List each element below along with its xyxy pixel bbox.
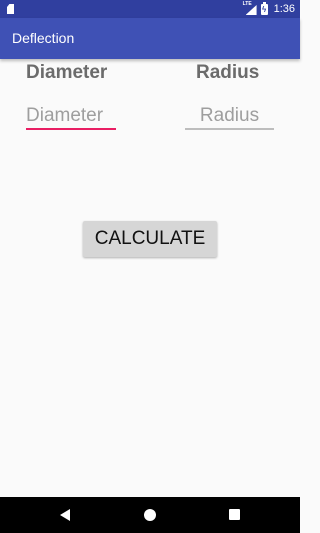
diameter-input[interactable] (26, 104, 116, 130)
navigation-bar (0, 497, 300, 533)
network-type-label: LTE (242, 1, 252, 7)
radius-label: Radius (196, 62, 260, 83)
app-screen: LTE ϟ 1:36 Deflection Diameter Radius CA… (0, 0, 300, 533)
status-bar: LTE ϟ 1:36 (0, 0, 300, 18)
back-icon[interactable] (60, 509, 70, 521)
battery-charging-icon: ϟ (260, 1, 268, 15)
charging-bolt-icon: ϟ (261, 4, 267, 14)
app-title: Deflection (12, 30, 75, 46)
recents-icon[interactable] (229, 509, 240, 520)
sd-card-icon (7, 4, 14, 14)
status-clock: 1:36 (273, 3, 295, 15)
diameter-label: Diameter (26, 62, 108, 83)
calculate-button[interactable]: CALCULATE (83, 221, 217, 257)
radius-input[interactable] (185, 104, 274, 130)
app-bar: Deflection (0, 18, 300, 59)
home-icon[interactable] (144, 509, 156, 521)
lte-signal-icon: LTE (242, 1, 257, 15)
status-icons: LTE ϟ 1:36 (243, 0, 295, 18)
